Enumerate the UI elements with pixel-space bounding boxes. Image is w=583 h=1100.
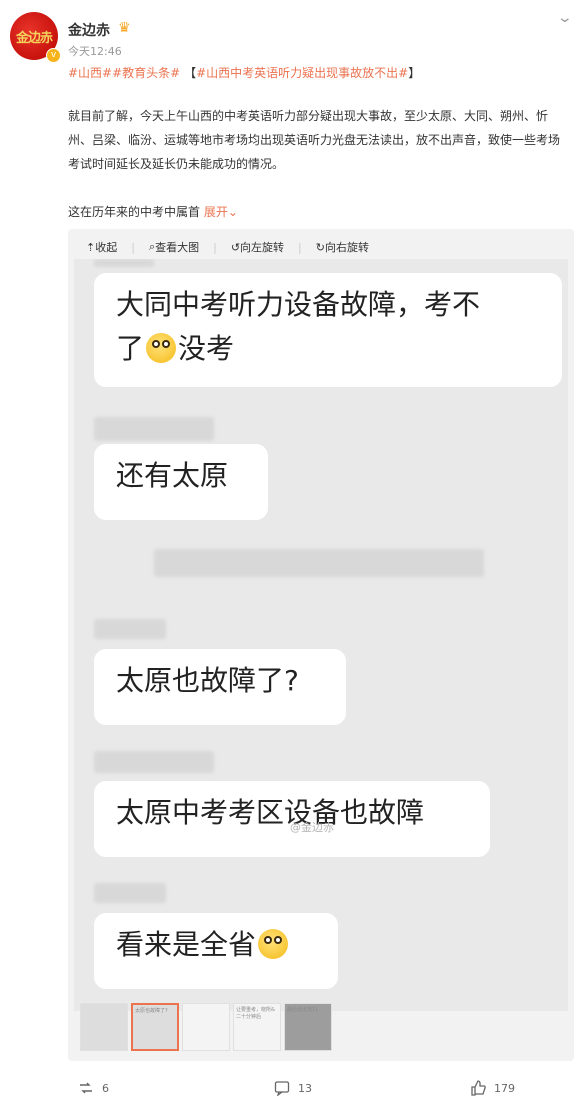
blurred-name xyxy=(94,259,154,267)
thumbnail-active[interactable]: 太原也故障了? xyxy=(131,1003,179,1051)
action-bar: 6 13 179 xyxy=(0,1076,583,1100)
collapse-button[interactable]: ⇡ 收起 xyxy=(86,239,117,255)
chevron-down-icon: ⌄ xyxy=(227,205,238,219)
post-body-line: 这在历年来的中考中属首 展开⌄ xyxy=(68,203,238,220)
media-viewer: ⇡ 收起 | ⌕ 查看大图 | ↺ 向左旋转 | ↻ 向右旋转 大同中考听力设备故障，考… xyxy=(68,229,574,1061)
post-header: 金边赤 v 金边赤 ♛ 今天12:46 ⌄ #山西##教育头条# 【#山西中考英… xyxy=(0,0,583,80)
chat-bubble: 太原也故障了? xyxy=(94,649,346,725)
chat-bubble: 大同中考听力设备故障，考不了没考 xyxy=(94,273,562,387)
chevron-down-icon[interactable]: ⌄ xyxy=(557,10,573,26)
post-text: 这在历年来的中考中属首 xyxy=(68,205,201,219)
like-icon xyxy=(471,1080,486,1096)
media-toolbar: ⇡ 收起 | ⌕ 查看大图 | ↺ 向左旋转 | ↻ 向右旋转 xyxy=(86,239,369,255)
username[interactable]: 金边赤 xyxy=(68,20,110,40)
chat-image[interactable]: 大同中考听力设备故障，考不了没考 还有太原 太原也故障了? 太原中考考区设备也故… xyxy=(74,259,568,1011)
bracket-close: 】 xyxy=(408,66,421,80)
expand-link[interactable]: 展开⌄ xyxy=(204,205,238,219)
view-large-button[interactable]: ⌕ 查看大图 xyxy=(149,239,199,255)
blurred-name xyxy=(94,619,166,639)
blurred-text xyxy=(154,549,484,577)
rotate-left-button[interactable]: ↺ 向左旋转 xyxy=(231,239,284,255)
divider: | xyxy=(298,240,302,254)
thumbnail[interactable]: 最后也无法11 xyxy=(284,1003,332,1051)
thumbnail[interactable] xyxy=(182,1003,230,1051)
topic-link[interactable]: #教育头条# xyxy=(112,66,180,80)
repost-icon xyxy=(80,1082,92,1094)
verified-badge-icon: v xyxy=(46,48,61,63)
repost-button[interactable]: 6 xyxy=(78,1080,109,1096)
rotate-right-button[interactable]: ↻ 向右旋转 xyxy=(316,239,369,255)
topic-link[interactable]: #山西中考英语听力疑出现事故放不出# xyxy=(196,66,408,80)
topic-line: #山西##教育头条# 【#山西中考英语听力疑出现事故放不出#】 xyxy=(68,64,420,81)
flushed-emoji-icon xyxy=(258,929,289,959)
divider: | xyxy=(131,240,135,254)
chat-bubble: 还有太原 xyxy=(94,444,268,520)
collapse-icon: ⇡ xyxy=(86,240,96,254)
blurred-name xyxy=(94,417,214,441)
like-button[interactable]: 179 xyxy=(470,1080,515,1096)
thumbnail[interactable]: 让要重考，晓所& 二十分钟后 xyxy=(233,1003,281,1051)
rotate-right-icon: ↻ xyxy=(315,240,325,254)
post-body: 就目前了解，今天上午山西的中考英语听力部分疑出现大事故，至少太原、大同、朔州、忻… xyxy=(68,109,561,171)
post-time[interactable]: 今天12:46 xyxy=(68,43,122,59)
rotate-left-icon: ↺ xyxy=(230,240,241,254)
comment-icon xyxy=(274,1081,290,1096)
thumbnail[interactable] xyxy=(80,1003,128,1051)
chat-bubble: 看来是全省 xyxy=(94,913,338,989)
flushed-emoji-icon xyxy=(146,333,177,363)
topic-link[interactable]: #山西# xyxy=(68,66,112,80)
bracket-open: 【 xyxy=(184,66,197,80)
crown-icon[interactable]: ♛ xyxy=(118,20,131,36)
avatar-text: 金边赤 xyxy=(15,30,53,46)
blurred-name xyxy=(94,751,214,773)
thumbnail-strip: 太原也故障了? 让要重考，晓所& 二十分钟后 最后也无法11 xyxy=(80,1003,332,1051)
watermark: @金边赤 xyxy=(290,821,334,834)
blurred-name xyxy=(94,883,166,903)
divider: | xyxy=(213,240,217,254)
comment-button[interactable]: 13 xyxy=(274,1080,312,1096)
